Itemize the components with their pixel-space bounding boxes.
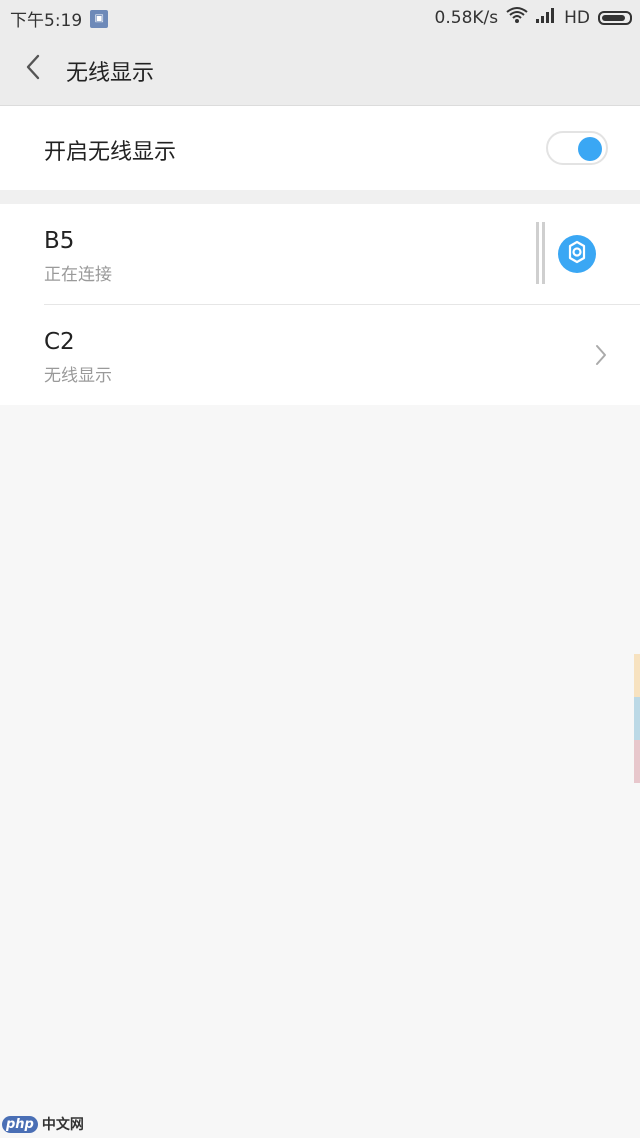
toggle-label: 开启无线显示 xyxy=(44,140,177,165)
strip-segment xyxy=(634,740,640,783)
gear-icon xyxy=(565,240,589,268)
chevron-left-icon xyxy=(25,54,41,84)
page-title: 无线显示 xyxy=(66,61,155,86)
device-list: B5 正在连接 C2 无线显示 xyxy=(0,204,640,405)
device-name: C2 xyxy=(44,329,75,355)
status-left: 下午5:19 ▣ xyxy=(10,6,109,31)
edge-color-strip xyxy=(634,654,640,784)
image-notification-icon: ▣ xyxy=(90,9,109,28)
watermark: php 中文网 xyxy=(2,1114,84,1134)
device-status: 正在连接 xyxy=(44,265,112,285)
battery-icon xyxy=(598,10,632,25)
back-button[interactable] xyxy=(16,52,50,86)
chevron-right-icon xyxy=(588,342,614,368)
device-settings-button[interactable] xyxy=(558,235,596,273)
status-right: 0.58K/s HD xyxy=(435,6,632,29)
strip-segment xyxy=(634,697,640,740)
app-header: 无线显示 xyxy=(0,34,640,106)
toggle-knob xyxy=(578,137,602,161)
signal-icon xyxy=(536,7,556,28)
network-type: HD xyxy=(564,7,590,28)
watermark-badge: php xyxy=(2,1115,38,1133)
battery-fill xyxy=(602,14,626,21)
strip-segment xyxy=(634,654,640,697)
watermark-text: 中文网 xyxy=(41,1117,84,1133)
status-time: 下午5:19 xyxy=(10,11,83,31)
device-name: B5 xyxy=(44,228,75,254)
status-bar: 下午5:19 ▣ 0.58K/s HD xyxy=(0,0,640,34)
device-row-c2[interactable]: C2 无线显示 xyxy=(0,305,640,405)
network-speed: 0.58K/s xyxy=(434,7,499,28)
section-divider xyxy=(0,190,640,204)
wifi-icon xyxy=(506,6,528,29)
device-status: 无线显示 xyxy=(44,366,112,386)
wireless-display-switch[interactable] xyxy=(546,131,608,165)
device-row-b5[interactable]: B5 正在连接 xyxy=(0,204,640,305)
drag-handle[interactable] xyxy=(536,222,546,284)
wireless-display-toggle-row[interactable]: 开启无线显示 xyxy=(0,106,640,190)
